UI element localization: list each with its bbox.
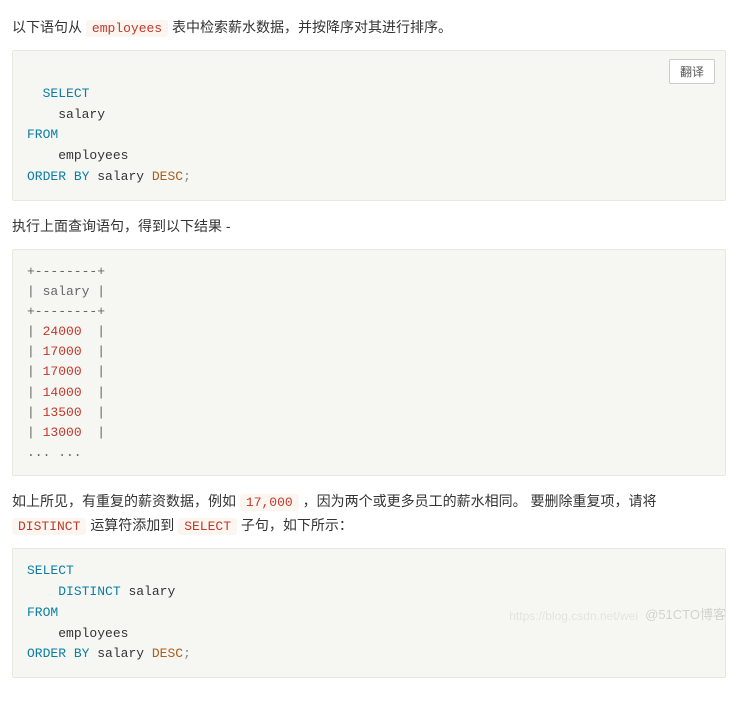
result-border-mid: +--------+ — [27, 304, 105, 319]
field-salary: salary — [58, 107, 105, 122]
semicolon-2: ; — [183, 646, 191, 661]
kw-select-2: SELECT — [27, 563, 74, 578]
kw-desc-2: DESC — [152, 646, 183, 661]
inline-code-distinct: DISTINCT — [12, 518, 86, 535]
inline-code-employees: employees — [86, 20, 168, 37]
p2-b: ，因为两个或更多员工的薪水相同。 要删除重复项，请将 — [303, 493, 657, 509]
result-row-2: 17000 — [43, 364, 82, 379]
kw-desc: DESC — [152, 169, 183, 184]
semicolon: ; — [183, 169, 191, 184]
result-row-5: 13000 — [43, 425, 82, 440]
result-row-4: 13500 — [43, 405, 82, 420]
field-salary-3: salary — [128, 584, 175, 599]
field-employees-2: employees — [58, 626, 128, 641]
sql-codeblock-2: SELECT DISTINCT salary FROM employees OR… — [12, 548, 726, 678]
result-border-top: +--------+ — [27, 264, 105, 279]
field-salary-2: salary — [97, 169, 144, 184]
kw-from: FROM — [27, 127, 58, 142]
kw-from-2: FROM — [27, 605, 58, 620]
result-header: salary — [43, 284, 90, 299]
translate-button[interactable]: 翻译 — [669, 59, 715, 84]
mid-paragraph-1: 执行上面查询语句，得到以下结果 - — [12, 215, 726, 239]
result-ellipsis: ... ... — [27, 445, 82, 460]
inline-code-17000: 17,000 — [240, 494, 299, 511]
p2-a: 如上所见，有重复的薪资数据，例如 — [12, 493, 240, 509]
kw-distinct: DISTINCT — [58, 584, 120, 599]
sql-codeblock-1: 翻译SELECT salary FROM employees ORDER BY … — [12, 50, 726, 201]
kw-order: ORDER — [27, 169, 66, 184]
intro-text-prefix: 以下语句从 — [12, 19, 86, 35]
p2-c: 运算符添加到 — [90, 517, 178, 533]
inline-code-select: SELECT — [178, 518, 237, 535]
kw-order-2: ORDER — [27, 646, 66, 661]
sql-result-block: +--------+ | salary | +--------+ | 24000… — [12, 249, 726, 476]
intro-paragraph: 以下语句从 employees 表中检索薪水数据，并按降序对其进行排序。 — [12, 16, 726, 40]
kw-by: BY — [74, 169, 90, 184]
kw-by-2: BY — [74, 646, 90, 661]
field-employees: employees — [58, 148, 128, 163]
kw-select: SELECT — [43, 86, 90, 101]
explain-paragraph: 如上所见，有重复的薪资数据，例如 17,000 ，因为两个或更多员工的薪水相同。… — [12, 490, 726, 538]
result-row-3: 14000 — [43, 385, 82, 400]
field-salary-4: salary — [97, 646, 144, 661]
result-row-0: 24000 — [43, 324, 82, 339]
result-row-1: 17000 — [43, 344, 82, 359]
intro-text-suffix: 表中检索薪水数据，并按降序对其进行排序。 — [172, 19, 452, 35]
p2-d: 子句，如下所示： — [241, 517, 353, 533]
